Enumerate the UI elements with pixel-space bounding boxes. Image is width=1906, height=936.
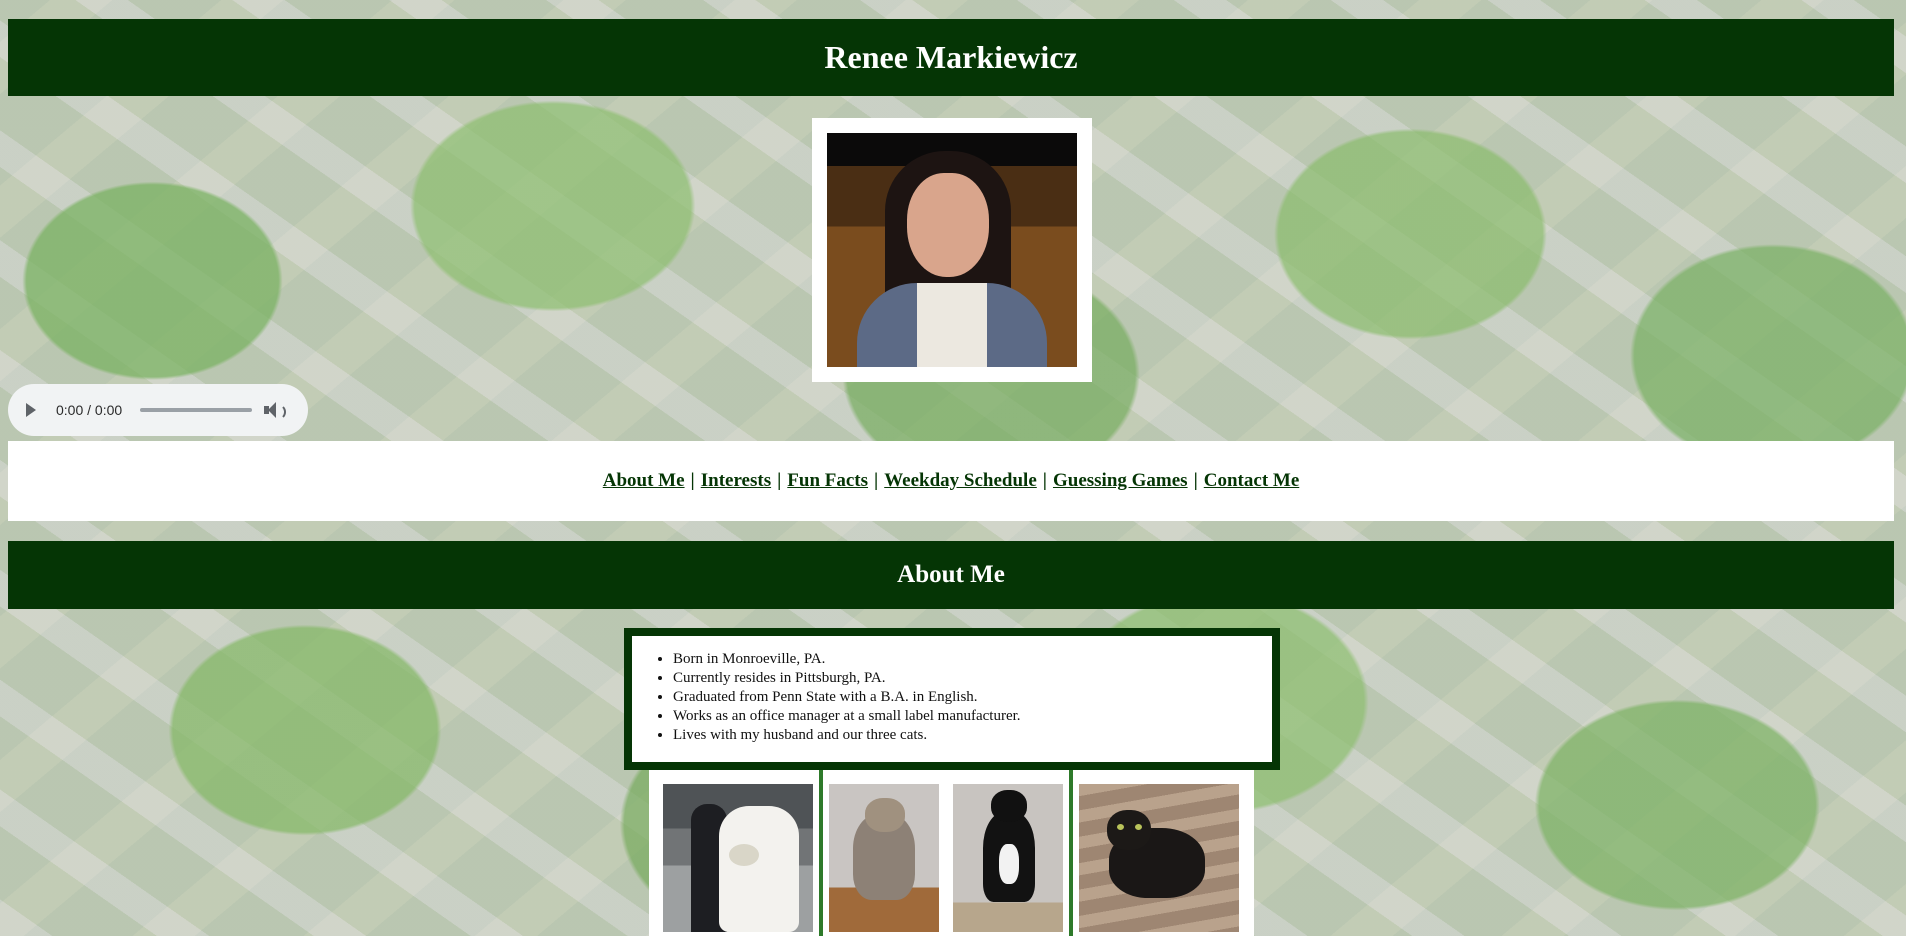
- black-cat-photo: [1079, 784, 1239, 932]
- nav-separator: |: [1193, 470, 1198, 491]
- profile-photo-frame: [812, 118, 1092, 382]
- section-heading: About Me: [897, 561, 1005, 588]
- nav-link-about-me[interactable]: About Me: [603, 470, 685, 492]
- about-me-heading-banner: About Me: [8, 541, 1894, 609]
- profile-photo: [827, 133, 1077, 367]
- nav-link-weekday-schedule[interactable]: Weekday Schedule: [884, 470, 1037, 492]
- nav-link-guessing-games[interactable]: Guessing Games: [1053, 470, 1188, 492]
- gallery-divider: [819, 770, 823, 936]
- about-me-list: Born in Monroeville, PA. Currently resid…: [632, 650, 1272, 745]
- audio-progress-bar[interactable]: [140, 408, 253, 412]
- nav-separator: |: [690, 470, 695, 491]
- nav-link-contact-me[interactable]: Contact Me: [1204, 470, 1300, 492]
- list-item: Currently resides in Pittsburgh, PA.: [673, 669, 1272, 688]
- page-title: Renee Markiewicz: [824, 39, 1078, 75]
- page-title-banner: Renee Markiewicz: [8, 19, 1894, 96]
- audio-time: 0:00 / 0:00: [56, 402, 123, 418]
- volume-icon[interactable]: [264, 401, 287, 420]
- list-item: Born in Monroeville, PA.: [673, 650, 1272, 669]
- navigation-bar: About Me | Interests | Fun Facts | Weekd…: [8, 441, 1894, 521]
- about-me-content: Born in Monroeville, PA. Currently resid…: [632, 636, 1272, 762]
- audio-player[interactable]: 0:00 / 0:00: [8, 384, 308, 436]
- wedding-photo: [663, 784, 813, 932]
- photo-gallery: [649, 770, 1254, 936]
- nav-separator: |: [1042, 470, 1047, 491]
- tabby-cat-photo: [829, 784, 939, 932]
- nav-link-fun-facts[interactable]: Fun Facts: [787, 470, 868, 492]
- nav-separator: |: [874, 470, 879, 491]
- list-item: Lives with my husband and our three cats…: [673, 726, 1272, 745]
- play-icon[interactable]: [26, 403, 36, 417]
- nav-separator: |: [777, 470, 782, 491]
- gallery-divider: [1069, 770, 1073, 936]
- tuxedo-cat-photo: [953, 784, 1063, 932]
- list-item: Graduated from Penn State with a B.A. in…: [673, 688, 1272, 707]
- about-me-box: Born in Monroeville, PA. Currently resid…: [624, 628, 1280, 770]
- list-item: Works as an office manager at a small la…: [673, 707, 1272, 726]
- nav-link-interests[interactable]: Interests: [701, 470, 771, 492]
